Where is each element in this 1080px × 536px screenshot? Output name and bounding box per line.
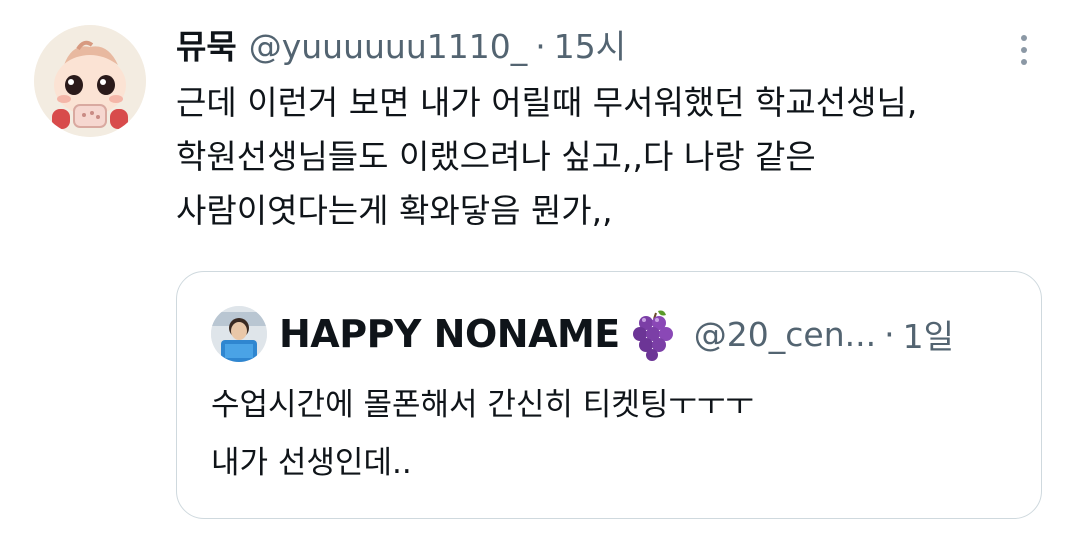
author-display-name[interactable]: 뮤묵 — [176, 22, 237, 72]
quote-header: HAPPY NONAME @20_cen... · 1일 — [279, 306, 954, 362]
tweet-text-line: 학원선생님들도 이랬으려나 싶고,,다 나랑 같은 — [176, 137, 816, 176]
tweet-header: 뮤묵 @yuuuuuu1110_ · 15시 — [176, 22, 626, 72]
quote-text-line: 수업시간에 몰폰해서 간신히 티켓팅ㅜㅜㅜ — [211, 387, 754, 423]
person-photo-avatar-icon — [211, 306, 267, 362]
more-vertical-icon — [1021, 59, 1027, 65]
separator-dot: · — [884, 314, 895, 354]
quote-author-handle[interactable]: @20_cen... — [694, 315, 876, 354]
more-options-button[interactable] — [1008, 28, 1040, 72]
tweet-text-line: 근데 이런거 보면 내가 어릴때 무서워했던 학교선생님, — [176, 83, 918, 122]
more-vertical-icon — [1021, 35, 1027, 41]
author-handle[interactable]: @yuuuuuu1110_ — [249, 22, 528, 72]
quoted-tweet-card[interactable]: HAPPY NONAME @20_cen... · 1일 수업시간에 몰폰해서 … — [176, 271, 1042, 519]
tweet-text-line: 사람이엿다는게 확와닿음 뭔가,, — [176, 191, 613, 230]
tweet-body: 근데 이런거 보면 내가 어릴때 무서워했던 학교선생님, 학원선생님들도 이랬… — [176, 76, 1056, 238]
more-vertical-icon — [1021, 47, 1027, 53]
separator-dot: · — [535, 27, 546, 66]
quote-author-avatar[interactable] — [211, 306, 267, 362]
tweet[interactable]: 뮤묵 @yuuuuuu1110_ · 15시 근데 이런거 보면 내가 어릴때 … — [0, 0, 1080, 536]
quote-author-display-name[interactable]: HAPPY NONAME — [279, 312, 620, 356]
tweet-timestamp[interactable]: 15시 — [554, 22, 626, 72]
author-avatar[interactable] — [34, 25, 146, 137]
quote-body: 수업시간에 몰폰해서 간신히 티켓팅ㅜㅜㅜ 내가 선생인데.. — [211, 376, 1011, 492]
grape-icon — [632, 310, 673, 361]
baby-cartoon-avatar-icon — [34, 25, 146, 137]
quote-timestamp[interactable]: 1일 — [903, 310, 954, 358]
quote-text-line: 내가 선생인데.. — [211, 445, 412, 481]
